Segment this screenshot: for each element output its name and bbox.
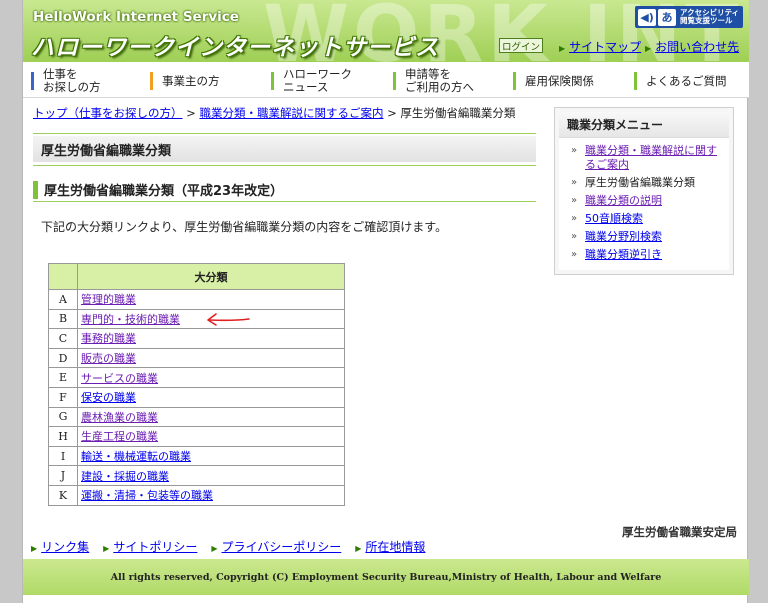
class-link-f[interactable]: 保安の職業	[81, 391, 136, 404]
nav-job-seekers[interactable]: 仕事を お探しの方	[31, 68, 101, 94]
nav-marker	[271, 72, 274, 90]
nav-faq[interactable]: よくあるご質問	[634, 68, 727, 94]
nav-marker	[513, 72, 516, 90]
triangle-right-icon: ▶	[559, 44, 566, 53]
triangle-right-icon: ▶	[31, 544, 38, 553]
nav-applications[interactable]: 申請等を ご利用の方へ	[393, 68, 474, 94]
table-row: F 保安の職業	[48, 386, 345, 408]
table-header-major-class: 大分類	[77, 263, 345, 290]
table-row: I 輸送・機械運転の職業	[48, 445, 345, 467]
footer-links: ▶ リンク集 ▶ サイトポリシー ▶ プライバシーポリシー ▶ 所在地情報	[31, 538, 425, 555]
accessibility-tool-button[interactable]: ◀) あ アクセシビリティ 閲覧支援ツール	[635, 6, 743, 28]
triangle-right-icon: ▶	[645, 44, 652, 53]
table-row: D 販売の職業	[48, 347, 345, 369]
brand-english: HelloWork Internet Service	[33, 9, 239, 25]
text-size-icon: あ	[658, 8, 676, 26]
sidebar-item-guide[interactable]: » 職業分類・職業解説に関するご案内	[571, 144, 725, 172]
class-link-a[interactable]: 管理的職業	[81, 293, 136, 306]
class-link-g[interactable]: 農林漁業の職業	[81, 411, 158, 424]
intro-text: 下記の大分類リンクより、厚生労働省編職業分類の内容をご確認頂けます。	[41, 220, 448, 234]
table-row: K 運搬・清掃・包装等の職業	[48, 484, 345, 506]
sidebar-title: 職業分類メニュー	[559, 112, 729, 138]
nav-marker	[31, 72, 34, 90]
page-title: 厚生労働省編職業分類	[33, 136, 536, 162]
table-row: C 事務的職業	[48, 328, 345, 349]
class-link-h[interactable]: 生産工程の職業	[81, 430, 158, 443]
class-link-e[interactable]: サービスの職業	[81, 372, 158, 385]
breadcrumb-guide-link[interactable]: 職業分類・職業解説に関するご案内	[199, 106, 383, 120]
class-link-j[interactable]: 建設・採掘の職業	[81, 470, 169, 483]
triangle-right-icon: ▶	[211, 544, 218, 553]
global-nav: 仕事を お探しの方 事業主の方 ハローワーク ニュース 申請等を ご利用の方へ 雇用保…	[23, 62, 749, 98]
login-button[interactable]: ログイン	[499, 38, 543, 53]
class-link-i[interactable]: 輸送・機械運転の職業	[81, 450, 191, 463]
sidebar-item-reverse-lookup[interactable]: » 職業分類逆引き	[571, 248, 725, 262]
triangle-right-icon: ▶	[103, 544, 110, 553]
double-chevron-icon: »	[571, 249, 578, 260]
nav-hellowork-news[interactable]: ハローワーク ニュース	[271, 68, 352, 94]
footer-link-privacy-policy[interactable]: ▶ プライバシーポリシー	[211, 538, 341, 555]
double-chevron-icon: »	[571, 177, 578, 188]
double-chevron-icon: »	[571, 231, 578, 242]
nav-marker	[150, 72, 153, 90]
sidebar-menu: 職業分類メニュー » 職業分類・職業解説に関するご案内 » 厚生労働省編職業分類 »…	[554, 107, 734, 275]
section-title: 厚生労働省編職業分類（平成23年改定）	[33, 178, 536, 202]
class-link-b[interactable]: 専門的・技術的職業	[81, 313, 180, 326]
accessibility-label: アクセシビリティ 閲覧支援ツール	[680, 8, 740, 25]
table-row: G 農林漁業の職業	[48, 406, 345, 428]
nav-marker	[634, 72, 637, 90]
speaker-icon: ◀)	[638, 8, 656, 26]
footer-link-links[interactable]: ▶ リンク集	[31, 538, 89, 555]
table-header-blank	[48, 263, 78, 290]
footer-link-site-policy[interactable]: ▶ サイトポリシー	[103, 538, 197, 555]
table-row: J 建設・採掘の職業	[48, 465, 345, 486]
divider	[33, 165, 536, 166]
sidebar-item-mhlw-classification: » 厚生労働省編職業分類	[571, 176, 695, 189]
table-row: H 生産工程の職業	[48, 426, 345, 447]
brand-logo[interactable]: ハローワークインターネットサービス	[31, 28, 439, 62]
copyright-bar: All rights reserved, Copyright (C) Emplo…	[23, 559, 749, 595]
sitemap-link[interactable]: ▶ サイトマップ	[559, 38, 641, 55]
sidebar-item-explanation[interactable]: » 職業分類の説明	[571, 194, 725, 208]
double-chevron-icon: »	[571, 145, 578, 156]
breadcrumb-top-link[interactable]: トップ（仕事をお探しの方）	[33, 106, 183, 120]
section-marker	[33, 180, 38, 199]
nav-employers[interactable]: 事業主の方	[150, 68, 220, 94]
bureau-name: 厚生労働省職業安定局	[622, 525, 737, 539]
class-link-d[interactable]: 販売の職業	[81, 352, 136, 365]
table-row: B 専門的・技術的職業	[48, 308, 345, 330]
table-row: E サービスの職業	[48, 367, 345, 388]
page: WORK INTER HelloWork Internet Service ハロ…	[22, 0, 749, 603]
double-chevron-icon: »	[571, 195, 578, 206]
double-chevron-icon: »	[571, 213, 578, 224]
nav-marker	[393, 72, 396, 90]
divider	[33, 133, 536, 134]
contact-link[interactable]: ▶ お問い合わせ先	[645, 38, 739, 55]
table-header-row: 大分類	[48, 263, 345, 290]
breadcrumb: トップ（仕事をお探しの方） > 職業分類・職業解説に関するご案内 > 厚生労働省…	[33, 106, 516, 120]
footer-link-location[interactable]: ▶ 所在地情報	[355, 538, 425, 555]
classification-table: 大分類 A 管理的職業 B 専門的・技術的職業 C 事務的職業 D 販売の職業 E サービ…	[48, 263, 345, 506]
sidebar-item-kana-search[interactable]: » 50音順検索	[571, 212, 725, 226]
class-link-k[interactable]: 運搬・清掃・包装等の職業	[81, 489, 213, 502]
table-row: A 管理的職業	[48, 289, 345, 310]
site-header: WORK INTER HelloWork Internet Service ハロ…	[23, 0, 749, 62]
class-link-c[interactable]: 事務的職業	[81, 332, 136, 345]
triangle-right-icon: ▶	[355, 544, 362, 553]
annotation-arrow-icon	[207, 313, 250, 326]
nav-employment-insurance[interactable]: 雇用保険関係	[513, 68, 594, 94]
breadcrumb-current: 厚生労働省編職業分類	[400, 106, 516, 120]
sidebar-item-field-search[interactable]: » 職業分野別検索	[571, 230, 725, 244]
